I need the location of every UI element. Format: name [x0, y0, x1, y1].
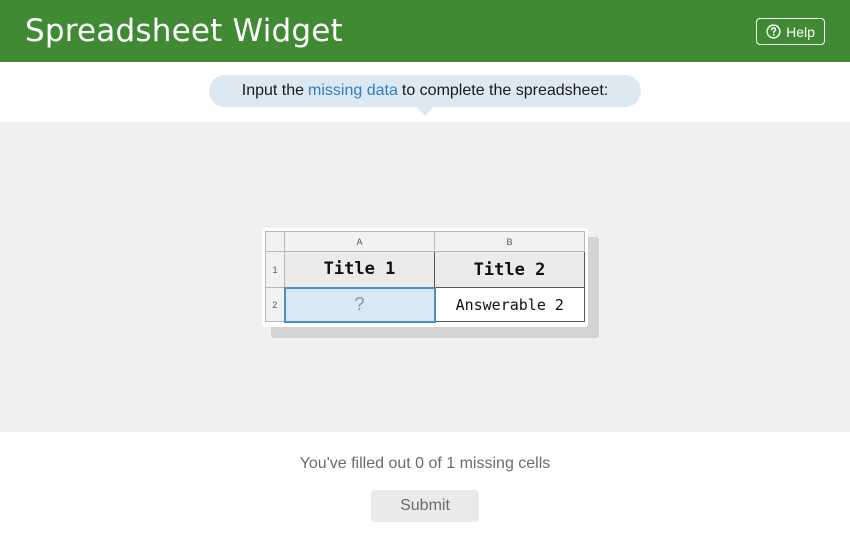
row-header-2: 2	[265, 287, 285, 322]
app-header: Spreadsheet Widget Help	[0, 0, 850, 62]
instruction-prefix: Input the	[241, 82, 305, 99]
cell-b2: Answerable 2	[434, 287, 585, 322]
spreadsheet-grid: A B 1 Title 1 Title 2 2 ? Answerable 2	[265, 231, 585, 323]
instruction-highlight: missing data	[308, 82, 398, 99]
spreadsheet-canvas: A B 1 Title 1 Title 2 2 ? Answerable 2	[0, 122, 850, 432]
cell-a1: Title 1	[284, 251, 435, 288]
help-button[interactable]: Help	[756, 18, 825, 45]
missing-cell-input[interactable]: ?	[283, 286, 436, 323]
progress-status: You've filled out 0 of 1 missing cells	[299, 455, 551, 472]
help-label: Help	[786, 23, 815, 40]
column-header-b: B	[434, 231, 585, 252]
instruction-suffix: to complete the spreadsheet:	[401, 82, 609, 99]
bubble-tail	[417, 107, 433, 116]
instruction-bubble: Input the missing data to complete the s…	[209, 75, 641, 107]
app-title: Spreadsheet Widget	[25, 13, 343, 49]
instruction-area: Input the missing data to complete the s…	[0, 62, 850, 122]
submit-button[interactable]: Submit	[371, 490, 479, 522]
corner-cell	[265, 231, 285, 252]
column-header-a: A	[284, 231, 435, 252]
question-circle-icon	[766, 24, 781, 39]
row-header-1: 1	[265, 251, 285, 288]
cell-b1: Title 2	[434, 251, 585, 288]
